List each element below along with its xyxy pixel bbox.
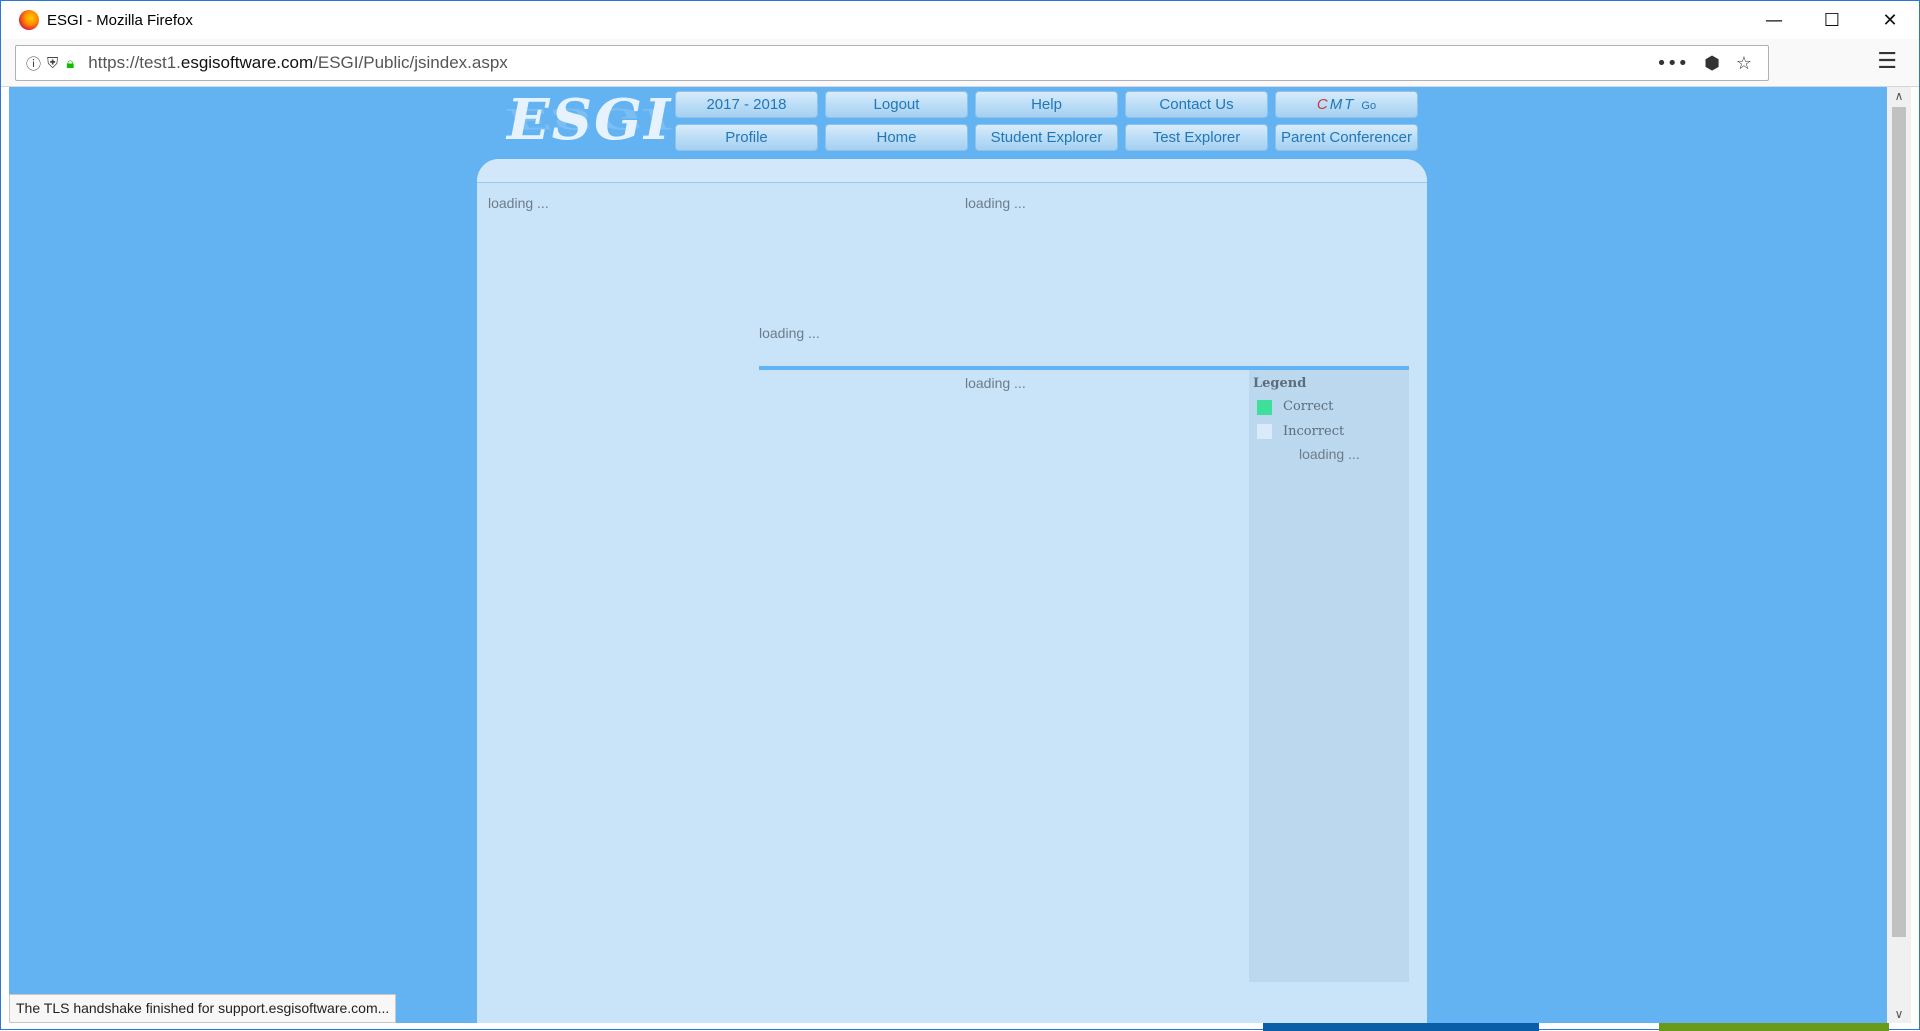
cmt-go-button[interactable]: CMT Go xyxy=(1275,91,1418,118)
hamburger-menu-icon[interactable]: ☰ xyxy=(1877,49,1897,74)
vertical-scrollbar[interactable]: ∧ ∨ xyxy=(1887,87,1911,1023)
minimize-button[interactable]: — xyxy=(1745,1,1803,39)
contact-us-button[interactable]: Contact Us xyxy=(1125,91,1268,118)
test-explorer-button[interactable]: Test Explorer xyxy=(1125,124,1268,151)
legend-correct-swatch xyxy=(1257,400,1272,415)
browser-window: ESGI - Mozilla Firefox — ☐ ✕ ⓘ ⛨ 🔒︎ http… xyxy=(0,0,1920,1031)
status-bar: The TLS handshake finished for support.e… xyxy=(9,994,397,1023)
help-button[interactable]: Help xyxy=(975,91,1118,118)
legend-incorrect-swatch xyxy=(1257,424,1272,439)
cmt-go-label: Go xyxy=(1361,100,1377,112)
legend-title: Legend xyxy=(1253,376,1307,391)
esgi-logo[interactable]: ESGI ESGI xyxy=(507,87,672,157)
school-year-button[interactable]: 2017 - 2018 xyxy=(675,91,818,118)
loading-indicator-left: loading ... xyxy=(488,195,549,211)
window-title: ESGI - Mozilla Firefox xyxy=(47,11,193,29)
scroll-down-arrow-icon[interactable]: ∨ xyxy=(1887,1007,1911,1021)
close-window-button[interactable]: ✕ xyxy=(1861,1,1919,39)
tracking-shield-icon[interactable]: ⛨ xyxy=(47,54,58,72)
student-explorer-button[interactable]: Student Explorer xyxy=(975,124,1118,151)
loading-indicator-middle: loading ... xyxy=(759,325,820,341)
url-bar-actions: ••• ⬢ ☆ xyxy=(1656,46,1768,80)
parent-conferencer-button[interactable]: Parent Conferencer xyxy=(1275,124,1418,151)
legend-loading-indicator: loading ... xyxy=(1299,446,1360,462)
info-icon[interactable]: ⓘ xyxy=(26,53,41,74)
loading-indicator-right: loading ... xyxy=(965,195,1026,211)
bookmark-star-icon[interactable]: ☆ xyxy=(1736,53,1752,74)
lock-icon[interactable]: 🔒︎ xyxy=(66,54,74,72)
pocket-icon[interactable]: ⬢ xyxy=(1704,53,1720,74)
loading-indicator-chart: loading ... xyxy=(965,375,1026,391)
scrollbar-thumb[interactable] xyxy=(1892,107,1906,937)
page-viewport: ESGI ESGI 2017 - 2018 Logout Help Contac… xyxy=(9,87,1889,1023)
url-path: /ESGI/Public/jsindex.aspx xyxy=(313,53,508,72)
cmt-mt-letters: MT xyxy=(1329,96,1356,113)
cmt-c-letter: C xyxy=(1316,96,1330,113)
logo-reflection: ESGI xyxy=(507,102,673,135)
legend-correct-label: Correct xyxy=(1283,399,1334,414)
url-host: esgisoftware.com xyxy=(180,53,314,72)
url-bar[interactable]: ⓘ ⛨ 🔒︎ https://test1.esgisoftware.com/ES… xyxy=(15,45,1769,81)
content-panel: loading ... loading ... loading ... load… xyxy=(477,159,1427,1023)
maximize-button[interactable]: ☐ xyxy=(1803,1,1861,39)
firefox-logo-icon xyxy=(19,10,39,30)
legend-incorrect-label: Incorrect xyxy=(1283,424,1345,439)
page-actions-icon[interactable]: ••• xyxy=(1656,53,1688,74)
navigation-toolbar: ⓘ ⛨ 🔒︎ https://test1.esgisoftware.com/ES… xyxy=(1,39,1919,87)
profile-button[interactable]: Profile xyxy=(675,124,818,151)
logout-button[interactable]: Logout xyxy=(825,91,968,118)
home-button[interactable]: Home xyxy=(825,124,968,151)
panel-top-bar xyxy=(477,159,1427,183)
url-prefix: https://test1. xyxy=(88,53,181,72)
scroll-up-arrow-icon[interactable]: ∧ xyxy=(1887,89,1911,103)
legend-panel: Legend Correct Incorrect loading ... xyxy=(1249,370,1409,982)
title-bar: ESGI - Mozilla Firefox — ☐ ✕ xyxy=(1,1,1919,39)
url-text[interactable]: https://test1.esgisoftware.com/ESGI/Publ… xyxy=(88,53,508,73)
